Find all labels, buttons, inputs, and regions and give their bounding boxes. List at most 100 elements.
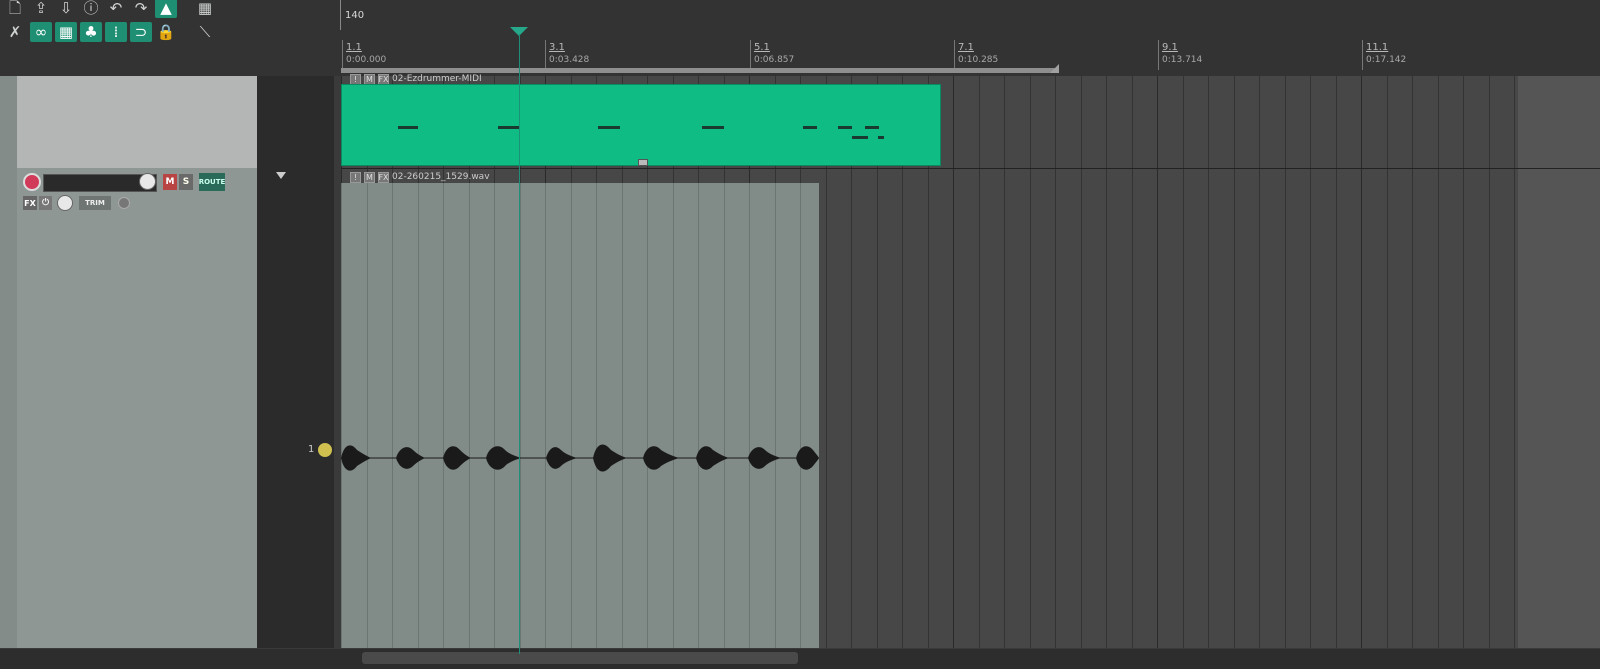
grid-line (979, 76, 980, 648)
grid-line (1489, 76, 1490, 648)
midi-note (498, 126, 520, 129)
undo-icon[interactable]: ↶ (105, 0, 127, 18)
grid-line (1157, 76, 1158, 648)
grid-line (647, 183, 648, 648)
grid-line (1412, 76, 1413, 648)
main-toolbar: 🗋 ⇪ ⇩ ⓘ ↶ ↷ ▲ ▦ ✗ ∞ ▦ ♣ ⁞ ⊃ 🔒 ⟍ (0, 0, 340, 76)
track-divider (341, 168, 1600, 169)
tempo-value: 140 (345, 10, 365, 21)
grid-line (520, 183, 521, 648)
grid-line (800, 183, 801, 648)
grid-line (1438, 76, 1439, 648)
envelope-icon[interactable]: ⟍ (194, 22, 216, 42)
track-number-panel: 1 (257, 76, 334, 648)
midi-note (838, 126, 852, 129)
grid-line (1183, 76, 1184, 648)
audio-item[interactable] (341, 183, 819, 648)
grid-line (673, 183, 674, 648)
tcp-folder-strip (0, 76, 17, 648)
pan-knob[interactable] (57, 195, 73, 211)
grid-line (1055, 76, 1056, 648)
arrange-right-area (1518, 76, 1600, 648)
track-2-control-panel[interactable]: M S ROUTE FX ⏻ TRIM (17, 168, 257, 648)
audio-waveform (341, 444, 819, 472)
grid-line (1106, 76, 1107, 648)
grid-line (698, 183, 699, 648)
grid-line (1081, 76, 1082, 648)
fx-bypass-icon[interactable]: ⏻ (39, 196, 52, 210)
grid-line (953, 76, 954, 648)
ripple-edit-icon[interactable]: ✗ (4, 22, 26, 42)
dots-grid-icon[interactable]: ⁞ (105, 22, 127, 42)
grid-line (418, 183, 419, 648)
midi-item-name: 02-Ezdrummer-MIDI (392, 74, 482, 84)
track-1-control-panel[interactable] (17, 76, 257, 168)
tempo-lane[interactable]: 140 (340, 0, 1600, 30)
midi-note (878, 136, 884, 139)
grid-line (1132, 76, 1133, 648)
record-arm-button[interactable] (23, 173, 41, 191)
grid-line (724, 183, 725, 648)
loop-icon[interactable]: ⊃ (130, 22, 152, 42)
item-fx-button[interactable]: FX (378, 171, 389, 183)
phase-icon[interactable] (118, 197, 130, 209)
audio-item-name: 02-260215_1529.wav (392, 172, 490, 182)
track-number: 1 (308, 444, 315, 455)
lock-icon[interactable]: 🔒 (155, 22, 177, 42)
info-icon[interactable]: ⓘ (80, 0, 102, 18)
item-handle[interactable] (638, 159, 648, 166)
mute-button[interactable]: M (163, 174, 177, 190)
grid-toggle-icon[interactable]: ▦ (194, 0, 216, 18)
grid-line (443, 183, 444, 648)
midi-note (865, 126, 879, 129)
metronome-icon[interactable]: ▲ (155, 0, 177, 18)
grid-line (341, 183, 342, 648)
grid-line (1310, 76, 1311, 648)
item-lock-icon[interactable]: ! (350, 73, 361, 85)
group-icon[interactable]: ♣ (80, 22, 102, 42)
volume-knob[interactable] (139, 173, 156, 190)
grid-line (596, 183, 597, 648)
solo-button[interactable]: S (179, 174, 193, 190)
loop-end-handle[interactable] (1050, 64, 1059, 73)
grid-line (775, 183, 776, 648)
midi-item[interactable] (341, 84, 941, 166)
new-project-icon[interactable]: 🗋 (4, 0, 26, 18)
grid-line (749, 183, 750, 648)
grid-line (494, 183, 495, 648)
horizontal-scrollbar[interactable] (362, 652, 798, 664)
midi-note (803, 126, 817, 129)
grid-line (392, 183, 393, 648)
grid-line (1030, 76, 1031, 648)
item-fx-button[interactable]: FX (378, 73, 389, 85)
item-mute-button[interactable]: M (364, 171, 375, 183)
save-project-icon[interactable]: ⇩ (55, 0, 77, 18)
route-button[interactable]: ROUTE (199, 173, 225, 191)
midi-note (398, 126, 418, 129)
open-project-icon[interactable]: ⇪ (30, 0, 52, 18)
snap-grid-icon[interactable]: ▦ (55, 22, 77, 42)
grid-line (1336, 76, 1337, 648)
item-mute-button[interactable]: M (364, 73, 375, 85)
redo-icon[interactable]: ↷ (130, 0, 152, 18)
grid-line (1208, 76, 1209, 648)
fx-button[interactable]: FX (23, 196, 37, 210)
grid-line (1259, 76, 1260, 648)
grid-line (1387, 76, 1388, 648)
track-color-dot[interactable] (318, 443, 332, 457)
grid-line (1234, 76, 1235, 648)
grid-line (469, 183, 470, 648)
link-icon[interactable]: ∞ (30, 22, 52, 42)
arrange-border (334, 76, 341, 648)
trim-button[interactable]: TRIM (79, 196, 111, 210)
grid-line (1463, 76, 1464, 648)
timeline-ruler[interactable]: 140 1.1 0:00.000 3.1 0:03.428 5.1 0:06.857 … (340, 0, 1600, 76)
playhead-cursor[interactable] (519, 34, 520, 654)
status-bar (0, 648, 1600, 669)
midi-note (702, 126, 724, 129)
grid-line (545, 183, 546, 648)
grid-line (571, 183, 572, 648)
item-lock-icon[interactable]: ! (350, 171, 361, 183)
chevron-down-icon[interactable] (276, 172, 286, 179)
grid-line (1285, 76, 1286, 648)
